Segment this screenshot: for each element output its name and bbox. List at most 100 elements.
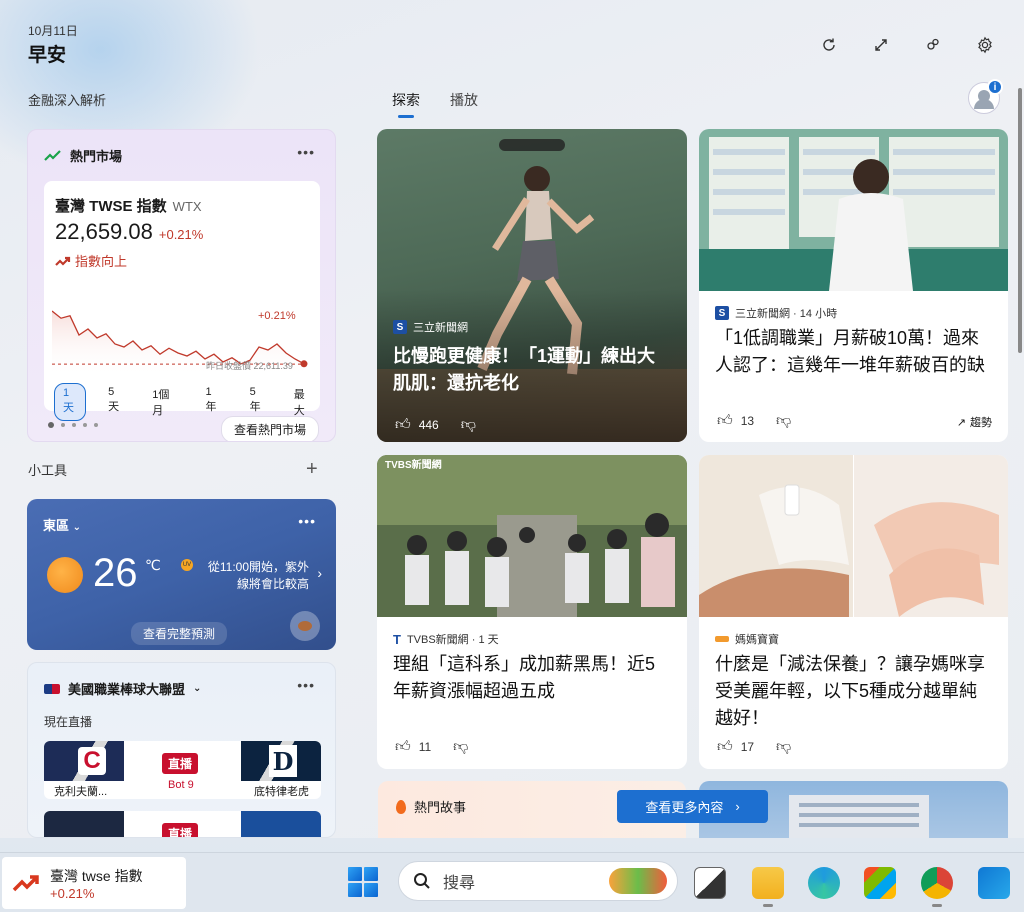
prev-close-label: 昨日收盤價 22,611.39 <box>206 360 293 371</box>
index-value: 22,659.08 +0.21% <box>55 219 204 244</box>
thumbs-down-icon[interactable]: 👎︎ <box>453 738 468 756</box>
away-team-name: 底特律老虎 <box>254 786 309 798</box>
expand-icon[interactable] <box>870 34 892 56</box>
search-placeholder: 搜尋 <box>443 875 476 892</box>
news-source: S 三立新聞網 <box>393 319 468 335</box>
reaction-bar: 👍︎ 11 👎︎ <box>395 738 468 756</box>
see-more-button[interactable]: 查看更多內容 › <box>617 790 768 823</box>
outlook-new-icon[interactable] <box>978 867 1010 899</box>
start-icon[interactable] <box>348 867 378 897</box>
index-change: +0.21% <box>158 227 204 242</box>
file-explorer-icon[interactable] <box>752 867 784 907</box>
last-point <box>300 360 308 368</box>
gear-icon[interactable] <box>974 34 996 56</box>
thumbs-down-icon[interactable]: 👎︎ <box>776 412 791 430</box>
range-1d[interactable]: 1天 <box>54 383 87 421</box>
trend-up-icon <box>12 875 39 892</box>
edge-icon[interactable] <box>808 867 840 899</box>
thumbs-up-icon[interactable]: 👍︎ <box>395 738 411 756</box>
weather-location[interactable]: 東區 ⌄ <box>43 515 81 534</box>
sun-icon <box>47 557 83 593</box>
news-card[interactable]: 媽媽寶寶 什麼是「減法保養」？讓孕媽咪享受美麗年輕，以下5種成分越單純越好！ 👍… <box>699 455 1008 769</box>
market-card[interactable]: 熱門市場 ••• 臺灣 TWSE 指數 WTX 22,659.08 +0.21% 指… <box>27 129 336 442</box>
reaction-bar: 👍︎ 446 👎︎ <box>395 416 476 434</box>
search-icon <box>414 873 430 889</box>
news-card[interactable]: S 三立新聞網 比慢跑更健康！「1運動」練出大肌肌：還抗老化 👍︎ 446 👎︎ <box>377 129 687 442</box>
scrollbar[interactable] <box>1018 88 1022 353</box>
more-options-icon[interactable]: ••• <box>297 677 315 693</box>
weather-card[interactable]: 東區 ⌄ ••• 26 ℃ UV 從11:00開始，紫外線將會比較高 › 查看完… <box>27 499 336 650</box>
news-image-pharmacy <box>699 129 1008 291</box>
uv-note: 從11:00開始，紫外線將會比較高 <box>207 560 309 591</box>
range-1m[interactable]: 1個月 <box>144 383 183 421</box>
trend-up-icon <box>55 256 71 266</box>
mamababy-logo-icon <box>715 636 729 642</box>
index-panel[interactable]: 臺灣 TWSE 指數 WTX 22,659.08 +0.21% 指數向上 +0.21… <box>44 181 320 421</box>
like-count: 17 <box>740 740 755 754</box>
full-forecast-button[interactable]: 查看完整預測 <box>131 622 228 645</box>
people-icon[interactable] <box>922 34 944 56</box>
chevron-right-icon[interactable]: › <box>317 565 322 581</box>
search-box[interactable]: 搜尋 <box>398 861 678 901</box>
market-card-title: 熱門市場 <box>70 149 123 164</box>
chevron-down-icon: ⌄ <box>72 522 82 533</box>
news-card[interactable]: TVBS新聞網 T TVBS新聞網 · 1 天 理組「這科系」成加薪黑馬！近5年… <box>377 455 687 769</box>
team-banner-left <box>44 811 124 837</box>
thumbs-up-icon[interactable]: 👍︎ <box>717 738 733 756</box>
news-source: 媽媽寶寶 <box>715 631 779 647</box>
greeting: 早安 <box>28 45 67 66</box>
avatar[interactable]: i <box>968 79 1003 114</box>
info-badge: i <box>987 79 1003 95</box>
thumbs-down-icon[interactable]: 👎︎ <box>461 416 476 434</box>
task-view-icon[interactable] <box>694 867 726 899</box>
like-count: 446 <box>418 418 439 432</box>
reaction-bar: 👍︎ 17 👎︎ <box>717 738 791 756</box>
like-count: 11 <box>418 740 432 754</box>
hot-stories-label: 熱門故事 <box>396 797 466 816</box>
mlb-card-header[interactable]: 美國職業棒球大聯盟 ⌄ <box>44 679 201 698</box>
carousel-pager[interactable] <box>48 422 98 428</box>
range-5d[interactable]: 5天 <box>100 383 130 421</box>
index-line-chart: +0.21% 昨日收盤價 22,611.39 <box>52 310 308 377</box>
section-finance-title: 金融深入解析 <box>28 93 107 108</box>
live-now-label: 現在直播 <box>44 715 93 729</box>
news-title: 比慢跑更健康！「1運動」練出大肌肌：還抗老化 <box>393 346 656 393</box>
news-source: T TVBS新聞網 · 1 天 <box>393 631 499 647</box>
store-icon[interactable] <box>864 867 896 899</box>
temperature: 26 <box>93 551 138 595</box>
weather-mini-icon[interactable] <box>290 611 320 641</box>
news-image-skincare <box>699 455 1008 617</box>
sanli-logo-icon: S <box>715 306 729 320</box>
range-1y[interactable]: 1年 <box>198 383 228 421</box>
trend-up-icon <box>44 149 61 161</box>
widgets-panel: 10月11日 早安 金融深入解析 熱門市場 ••• 臺灣 TWSE 指數 WTX … <box>0 0 1024 838</box>
add-widget-icon[interactable]: + <box>306 458 318 481</box>
thumbs-up-icon[interactable]: 👍︎ <box>717 412 733 430</box>
tab-explore[interactable]: 探索 <box>392 90 420 118</box>
thumbs-down-icon[interactable]: 👎︎ <box>776 738 791 756</box>
see-market-button[interactable]: 查看熱門市場 <box>220 416 319 441</box>
refresh-icon[interactable] <box>818 34 840 56</box>
tvbs-logo-icon: TVBS新聞網 <box>385 460 442 471</box>
mlb-card[interactable]: 美國職業棒球大聯盟 ⌄ ••• 現在直播 C D 直播 Bot 9 克利夫蘭..… <box>27 662 336 838</box>
game-row[interactable]: 直播 <box>44 811 321 837</box>
game-row[interactable]: C D 直播 Bot 9 克利夫蘭... 底特律老虎 <box>44 741 321 799</box>
flame-icon <box>396 799 406 814</box>
trending-label: ↗ 趨勢 <box>956 416 992 430</box>
news-card[interactable]: S 三立新聞網 · 14 小時 「1低調職業」月薪破10萬！過來人認了：這幾年一… <box>699 129 1008 442</box>
tab-play[interactable]: 播放 <box>450 90 478 118</box>
thumbs-up-icon[interactable]: 👍︎ <box>395 416 411 434</box>
news-image-students <box>377 455 687 617</box>
more-options-icon[interactable]: ••• <box>297 144 315 160</box>
more-options-icon[interactable]: ••• <box>298 513 316 529</box>
live-badge: 直播 <box>162 823 199 837</box>
taskbar-widget[interactable]: 臺灣 twse 指數 +0.21% <box>2 857 186 909</box>
index-name: 臺灣 TWSE 指數 WTX <box>55 198 202 215</box>
chrome-icon[interactable] <box>921 867 953 907</box>
live-badge: 直播 <box>162 753 199 774</box>
index-code: WTX <box>172 199 202 214</box>
taskbar-widget-title: 臺灣 twse 指數 <box>50 867 143 884</box>
temperature-unit: ℃ <box>145 557 161 573</box>
tvbs-source-icon: T <box>393 631 401 647</box>
news-source: S 三立新聞網 · 14 小時 <box>715 305 837 321</box>
